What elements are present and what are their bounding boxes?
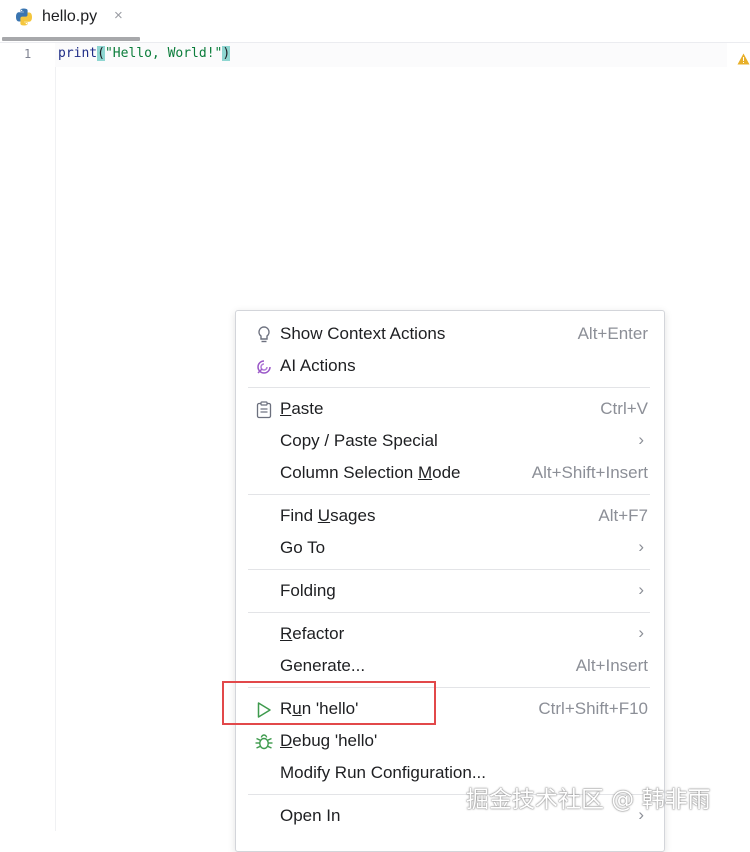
menu-item-shortcut: Alt+F7 — [598, 506, 648, 525]
menu-item-column-selection-mode[interactable]: Column Selection Mode Alt+Shift+Insert — [236, 458, 664, 488]
code-string: "Hello, World!" — [104, 46, 223, 61]
menu-item-paste[interactable]: Paste Ctrl+V — [236, 394, 664, 424]
menu-item-show-context-actions[interactable]: Show Context Actions Alt+Enter — [236, 319, 664, 349]
ai-spiral-icon — [253, 356, 275, 378]
menu-separator — [248, 494, 650, 495]
menu-item-label: Copy / Paste Special — [280, 431, 438, 450]
menu-item-shortcut: Alt+Shift+Insert — [531, 463, 648, 482]
warning-icon[interactable] — [737, 52, 750, 70]
chevron-right-icon: › — [638, 537, 644, 556]
menu-item-folding[interactable]: Folding › — [236, 576, 664, 606]
line-number: 1 — [24, 47, 32, 61]
menu-item-generate[interactable]: Generate... Alt+Insert — [236, 651, 664, 681]
menu-item-ai-actions[interactable]: AI Actions — [236, 351, 664, 381]
menu-separator — [248, 387, 650, 388]
editor-tab-bar: hello.py × — [0, 0, 750, 43]
lightbulb-icon — [253, 324, 275, 346]
bug-icon — [253, 731, 275, 753]
menu-item-find-usages[interactable]: Find Usages Alt+F7 — [236, 501, 664, 531]
menu-item-label: AI Actions — [280, 356, 356, 375]
python-file-icon — [14, 7, 34, 27]
menu-separator — [248, 569, 650, 570]
menu-item-shortcut: Ctrl+V — [600, 399, 648, 418]
menu-item-refactor[interactable]: Refactor › — [236, 619, 664, 649]
clipboard-icon — [253, 399, 275, 421]
menu-item-shortcut: Alt+Enter — [577, 324, 648, 343]
chevron-right-icon: › — [638, 623, 644, 642]
watermark-text: 掘金技术社区 @ 韩非雨 — [466, 787, 711, 813]
menu-item-label: Show Context Actions — [280, 324, 446, 343]
menu-item-debug-hello[interactable]: Debug 'hello' — [236, 726, 664, 756]
menu-item-label: Column Selection Mode — [280, 463, 461, 482]
close-icon[interactable]: × — [114, 7, 123, 24]
code-line[interactable]: print("Hello, World!") — [58, 46, 231, 61]
annotation-highlight-box — [222, 681, 436, 725]
menu-item-label: Modify Run Configuration... — [280, 763, 486, 782]
editor-context-menu: Show Context Actions Alt+Enter AI Action… — [235, 310, 665, 852]
menu-item-copy-paste-special[interactable]: Copy / Paste Special › — [236, 426, 664, 456]
menu-item-shortcut: Alt+Insert — [575, 656, 648, 675]
menu-item-label: Debug 'hello' — [280, 731, 378, 750]
code-open-paren: ( — [97, 46, 105, 61]
menu-item-shortcut: Ctrl+Shift+F10 — [538, 699, 648, 718]
menu-item-label: Folding — [280, 581, 336, 600]
menu-separator — [248, 612, 650, 613]
tab-label: hello.py — [42, 8, 98, 25]
chevron-right-icon: › — [638, 430, 644, 449]
menu-item-label: Open In — [280, 806, 341, 825]
menu-item-label: Paste — [280, 399, 324, 418]
chevron-right-icon: › — [638, 580, 644, 599]
menu-item-label: Go To — [280, 538, 326, 557]
menu-item-label: Refactor — [280, 624, 345, 643]
menu-item-label: Generate... — [280, 656, 366, 675]
menu-item-label: Find Usages — [280, 506, 376, 525]
line-number-gutter — [0, 43, 56, 831]
code-close-paren: ) — [222, 46, 231, 61]
menu-item-go-to[interactable]: Go To › — [236, 533, 664, 563]
code-function-name: print — [58, 46, 98, 61]
active-tab-indicator — [2, 37, 140, 41]
tab-hello-py[interactable]: hello.py × — [0, 0, 140, 42]
